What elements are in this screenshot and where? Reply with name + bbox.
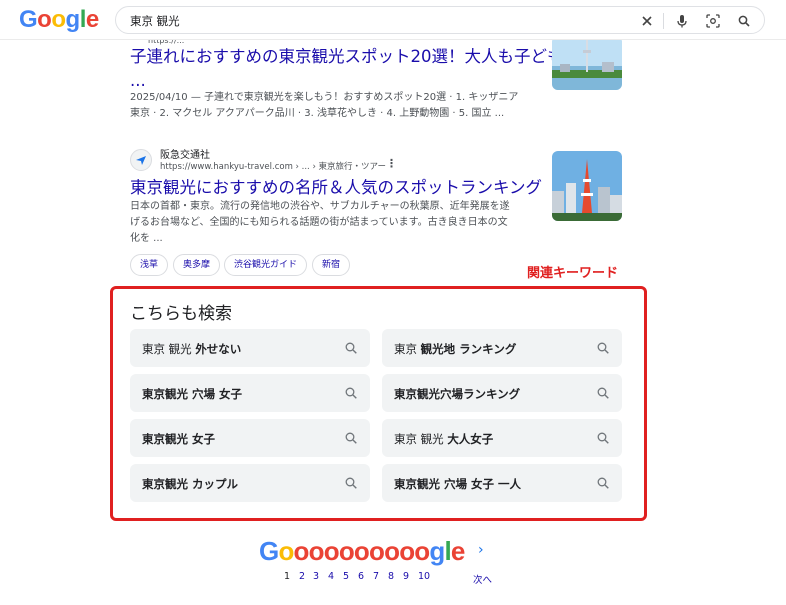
page-number-7[interactable]: 7 [373,571,379,582]
logo-letter: g [65,6,81,33]
chip-asakusa[interactable]: 浅草 [130,254,169,276]
page-number-5[interactable]: 5 [343,571,349,582]
page-number-9[interactable]: 9 [403,571,409,582]
pagination-logo-letter: o [399,536,415,566]
pagination-logo-letter: o [323,536,340,566]
result-thumbnail-2[interactable] [552,151,622,221]
page-number-2[interactable]: 2 [299,571,305,582]
logo-letter: G [19,6,38,33]
logo-letter: o [37,6,52,33]
hankyu-favicon[interactable] [130,149,152,171]
related-search-label: 東京 観光 大人女子 [394,432,494,446]
page-number-4[interactable]: 4 [328,571,334,582]
related-searches-heading: こちらも検索 [130,304,232,324]
pagination-logo-letter: e [450,536,465,566]
chip-okutama[interactable]: 奥多摩 [173,254,221,276]
pagination-logo-letter: o [369,536,385,566]
search-icon [344,385,358,399]
related-search-item[interactable]: 東京 観光 大人女子 [382,419,622,457]
pagination-logo-letter: o [414,536,430,566]
related-search-label: 東京観光 穴場 女子 [142,387,243,401]
more-options-icon[interactable]: ⋮ [386,157,397,170]
pagination-logo-letter: o [308,536,325,566]
search-icon [596,340,610,354]
close-icon[interactable] [638,12,656,30]
result-snippet-2b: げるお台場など、全国的にも知られる話題の街が詰まっています。古き良き日本の文 [130,217,508,228]
pagination-logo-letter: o [278,536,294,566]
related-search-label: 東京観光穴場ランキング [394,387,521,401]
result-snippet-2c: 化を ... [130,233,163,244]
next-arrow-icon[interactable]: › [478,542,484,558]
lens-icon[interactable] [704,12,722,30]
logo-letter: e [85,6,99,33]
site-url[interactable]: https://www.hankyu-travel.com › ... › 東京… [160,160,386,172]
pagination-logo-letter: g [429,536,445,566]
related-search-item[interactable]: 東京観光 カップル [130,464,370,502]
logo-letter: o [51,6,66,33]
result-title-2[interactable]: 東京観光におすすめの名所＆人気のスポットランキング [130,177,542,199]
pagination-logo-letter: o [293,536,310,566]
result-snippet-1b: 東京 · 2. マクセル アクアパーク品川 · 3. 浅草花やしき · 4. 上… [130,108,505,119]
related-search-label: 東京観光 カップル [142,477,239,491]
pagination-logo-letter: o [353,536,370,566]
next-page-link[interactable]: 次へ [473,572,492,586]
related-search-label: 東京 観光 外せない [142,342,242,356]
result-thumbnail-1[interactable] [552,36,622,90]
pagination-logo: Goooooooooogle [259,536,465,567]
chip-shinjuku[interactable]: 新宿 [312,254,351,276]
pagination-logo-letter: o [338,536,355,566]
page-number-3[interactable]: 3 [313,571,319,582]
related-search-item[interactable]: 東京 観光地 ランキング [382,329,622,367]
related-search-label: 東京 観光地 ランキング [394,342,517,356]
related-search-item[interactable]: 東京観光穴場ランキング [382,374,622,412]
annotation-label: 関連キーワード [527,266,619,281]
site-name[interactable]: 阪急交通社 [160,146,210,161]
related-search-item[interactable]: 東京観光 女子 [130,419,370,457]
result-title-1-cont[interactable]: ... [130,70,146,92]
page-number-8[interactable]: 8 [388,571,394,582]
related-search-label: 東京観光 女子 [142,432,216,446]
result-snippet-1a: 2025/04/10 — 子連れで東京観光を楽しもう！おすすめスポット20選 ·… [130,92,519,103]
related-search-item[interactable]: 東京 観光 外せない [130,329,370,367]
search-icon [344,430,358,444]
divider [663,13,664,29]
pagination-logo-letter: G [259,536,279,566]
result-title-1[interactable]: 子連れにおすすめの東京観光スポット20選！大人も子ども [130,46,564,68]
related-search-item[interactable]: 東京観光 穴場 女子 一人 [382,464,622,502]
pagination-logo-letter: o [384,536,400,566]
page-number-10[interactable]: 10 [418,571,430,582]
search-icon [596,430,610,444]
google-logo[interactable]: Google [19,6,99,34]
search-input[interactable]: 東京 観光 [130,13,180,29]
search-icon [596,385,610,399]
search-icon [596,475,610,489]
related-search-label: 東京観光 穴場 女子 一人 [394,477,522,491]
mic-icon[interactable] [673,12,691,30]
related-search-item[interactable]: 東京観光 穴場 女子 [130,374,370,412]
search-icon[interactable] [735,12,753,30]
result-snippet-2a: 日本の首都・東京。流行の発信地の渋谷や、サブカルチャーの秋葉原、近年発展を遂 [130,201,510,212]
chip-shibuya-guide[interactable]: 渋谷観光ガイド [224,254,308,276]
page-number-1: 1 [284,571,291,582]
search-box[interactable]: 東京 観光 [115,6,765,34]
search-icon [344,340,358,354]
header: Google 東京 観光 [0,0,786,40]
page-number-6[interactable]: 6 [358,571,364,582]
search-icon [344,475,358,489]
